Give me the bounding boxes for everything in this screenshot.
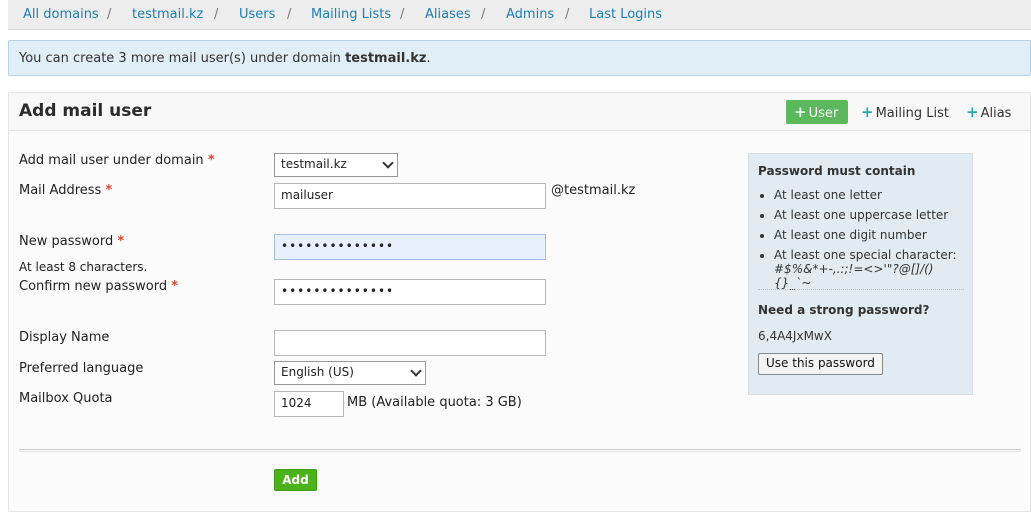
generated-password: 6,4A4JxMwX <box>758 329 832 343</box>
new-password-input[interactable]: •••••••••••••• <box>274 234 546 260</box>
mail-address-input[interactable]: mailuser <box>274 183 546 209</box>
add-mailing-list-button[interactable]: + Mailing List <box>861 103 949 121</box>
quota-input[interactable]: 1024 <box>274 391 344 417</box>
password-rules-box: Password must contain At least one lette… <box>748 153 973 395</box>
page-title: Add mail user <box>19 101 152 121</box>
display-name-label: Display Name <box>19 330 110 345</box>
confirm-password-input[interactable]: •••••••••••••• <box>274 279 546 305</box>
required-mark: * <box>105 183 113 198</box>
nav-all-domains[interactable]: All domains <box>23 7 99 22</box>
language-label: Preferred language <box>19 361 144 376</box>
chevron-down-icon <box>382 157 394 169</box>
nav-admins[interactable]: Admins <box>506 7 554 22</box>
plus-icon: + <box>794 103 807 121</box>
mail-address-label-text: Mail Address <box>19 183 102 198</box>
rule-item-text: At least one special character: <box>774 248 957 262</box>
nav-aliases[interactable]: Aliases <box>425 7 471 22</box>
nav-separator: / <box>287 7 292 22</box>
domain-label: Add mail user under domain * <box>19 153 215 168</box>
panel-header: Add mail user + User + Mailing List + Alias <box>9 93 1030 131</box>
add-alias-button[interactable]: + Alias <box>966 103 1011 121</box>
mail-address-label: Mail Address * <box>19 183 112 198</box>
plus-icon: + <box>966 103 979 121</box>
nav-separator: / <box>400 7 405 22</box>
use-password-button[interactable]: Use this password <box>758 353 883 375</box>
required-mark: * <box>207 153 215 168</box>
new-password-label: New password * <box>19 234 124 249</box>
nav-mailing-lists[interactable]: Mailing Lists <box>311 7 391 22</box>
chevron-down-icon <box>410 365 422 377</box>
rule-item: At least one digit number <box>774 228 963 242</box>
notice-text: You can create 3 more mail user(s) under… <box>19 51 346 66</box>
confirm-password-label: Confirm new password * <box>19 279 178 294</box>
nav-domain[interactable]: testmail.kz <box>132 7 203 22</box>
notice-suffix: . <box>426 51 431 66</box>
rule-item: At least one letter <box>774 188 963 202</box>
language-select[interactable]: English (US) <box>274 361 426 385</box>
nav-last-logins[interactable]: Last Logins <box>589 7 662 22</box>
quota-suffix: MB (Available quota: 3 GB) <box>347 395 522 410</box>
quota-notice: You can create 3 more mail user(s) under… <box>8 40 1031 76</box>
password-hint: At least 8 characters. <box>19 260 148 274</box>
add-mailing-list-label: Mailing List <box>875 106 949 121</box>
special-characters: #$%&*+-,.:;!=<>'"?@[]/(){}_`~ <box>774 262 934 290</box>
side-divider <box>758 289 964 290</box>
domain-select-value: testmail.kz <box>281 157 347 171</box>
confirm-password-label-text: Confirm new password <box>19 279 168 294</box>
password-rules-title: Password must contain <box>758 164 916 178</box>
add-alias-label: Alias <box>980 106 1012 121</box>
mail-domain-suffix: @testmail.kz <box>551 183 636 198</box>
quota-label: Mailbox Quota <box>19 391 113 406</box>
add-user-panel: Add mail user + User + Mailing List + Alias… <box>8 92 1031 512</box>
nav-users[interactable]: Users <box>239 7 275 22</box>
rule-item: At least one special character: #$%&*+-,… <box>774 248 963 290</box>
breadcrumb-nav: All domains / testmail.kz / Users / Mail… <box>8 0 1031 30</box>
form-divider <box>19 449 1021 452</box>
add-user-button[interactable]: + User <box>786 100 848 124</box>
nav-separator: / <box>214 7 219 22</box>
nav-separator: / <box>481 7 486 22</box>
password-rules-list: At least one letter At least one upperca… <box>758 188 963 296</box>
plus-icon: + <box>861 103 874 121</box>
add-user-label: User <box>808 106 839 121</box>
nav-separator: / <box>565 7 570 22</box>
new-password-label-text: New password <box>19 234 114 249</box>
add-button[interactable]: Add <box>274 469 317 491</box>
display-name-input[interactable] <box>274 330 546 356</box>
notice-domain: testmail.kz <box>345 51 427 66</box>
language-select-value: English (US) <box>281 365 354 379</box>
strong-password-title: Need a strong password? <box>758 303 930 317</box>
rule-item: At least one uppercase letter <box>774 208 963 222</box>
required-mark: * <box>117 234 125 249</box>
nav-separator: / <box>107 7 112 22</box>
domain-label-text: Add mail user under domain <box>19 153 204 168</box>
domain-select[interactable]: testmail.kz <box>274 153 398 177</box>
required-mark: * <box>171 279 179 294</box>
